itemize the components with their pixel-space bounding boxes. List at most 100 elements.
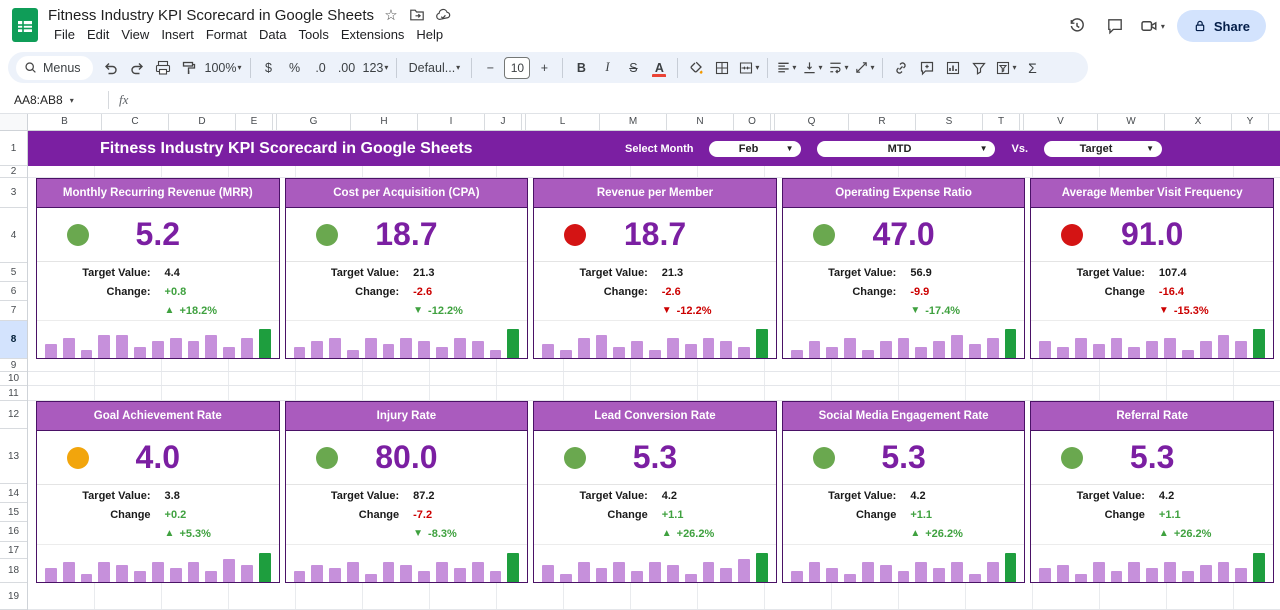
column-header-G[interactable]: G: [277, 114, 351, 130]
spark-bar: [1004, 329, 1017, 358]
redo-icon[interactable]: [125, 56, 149, 80]
menu-item-file[interactable]: File: [48, 26, 81, 43]
meet-button[interactable]: ▾: [1140, 17, 1165, 35]
row-header-4[interactable]: 4: [0, 208, 27, 263]
insert-chart-icon[interactable]: [941, 56, 965, 80]
menu-item-edit[interactable]: Edit: [81, 26, 115, 43]
menu-item-data[interactable]: Data: [253, 26, 292, 43]
create-filter-icon[interactable]: [967, 56, 991, 80]
row-header-13[interactable]: 13: [0, 429, 27, 484]
menubar: File Edit View Insert Format Data Tools Extensi…: [48, 26, 452, 43]
row-header-15[interactable]: 15: [0, 503, 27, 522]
comments-icon[interactable]: [1102, 13, 1128, 39]
doc-title[interactable]: Fitness Industry KPI Scorecard in Google…: [48, 7, 374, 24]
row-header-6[interactable]: 6: [0, 282, 27, 301]
borders-icon[interactable]: [710, 56, 734, 80]
fill-color-icon[interactable]: [684, 56, 708, 80]
currency-format-button[interactable]: $: [257, 56, 281, 80]
vertical-align-button[interactable]: ▾: [800, 56, 824, 80]
column-header-O[interactable]: O: [734, 114, 771, 130]
column-header-D[interactable]: D: [169, 114, 236, 130]
menu-item-format[interactable]: Format: [200, 26, 253, 43]
compare-dropdown[interactable]: Target ▼: [1044, 140, 1162, 157]
zoom-dropdown[interactable]: 100% ▾: [203, 56, 244, 80]
row-header-11[interactable]: 11: [0, 386, 27, 401]
column-header-T[interactable]: T: [983, 114, 1020, 130]
font-dropdown[interactable]: Defaul... ▾: [403, 56, 465, 80]
decrease-decimal-button[interactable]: .0: [309, 56, 333, 80]
increase-decimal-button[interactable]: .00: [335, 56, 359, 80]
paint-format-icon[interactable]: [177, 56, 201, 80]
text-wrap-button[interactable]: ▾: [826, 56, 850, 80]
spark-bar: [311, 565, 324, 582]
column-header-I[interactable]: I: [418, 114, 485, 130]
row-header-16[interactable]: 16: [0, 522, 27, 542]
column-header-Q[interactable]: Q: [775, 114, 849, 130]
period-dropdown[interactable]: MTD ▼: [817, 140, 996, 157]
row-header-8[interactable]: 8: [0, 321, 27, 359]
horizontal-align-button[interactable]: ▾: [774, 56, 798, 80]
column-header-H[interactable]: H: [351, 114, 418, 130]
formula-input[interactable]: [128, 87, 1280, 113]
row-header-7[interactable]: 7: [0, 301, 27, 321]
row-header-2[interactable]: 2: [0, 166, 27, 178]
row-header-17[interactable]: 17: [0, 542, 27, 559]
column-header-L[interactable]: L: [526, 114, 600, 130]
strikethrough-button[interactable]: S: [621, 56, 645, 80]
column-header-W[interactable]: W: [1098, 114, 1165, 130]
column-header-R[interactable]: R: [849, 114, 916, 130]
month-dropdown[interactable]: Feb ▼: [709, 140, 802, 157]
column-header-J[interactable]: J: [485, 114, 522, 130]
column-header-B[interactable]: B: [28, 114, 102, 130]
column-header-Y[interactable]: Y: [1232, 114, 1269, 130]
insert-link-icon[interactable]: [889, 56, 913, 80]
bold-button[interactable]: B: [569, 56, 593, 80]
toolbar-separator: [471, 57, 473, 78]
column-header-C[interactable]: C: [102, 114, 169, 130]
version-history-icon[interactable]: [1064, 13, 1090, 39]
row-header-14[interactable]: 14: [0, 484, 27, 503]
merge-cells-button[interactable]: ▾: [736, 56, 761, 80]
sheets-logo-icon[interactable]: [12, 8, 38, 42]
column-header-E[interactable]: E: [236, 114, 273, 130]
functions-button[interactable]: Σ: [1021, 56, 1045, 80]
toolbar-wrap: Menus 100% ▾ $ % .0 .00 123 ▾ Defaul... …: [0, 50, 1280, 87]
select-all-corner[interactable]: [0, 114, 28, 130]
undo-icon[interactable]: [99, 56, 123, 80]
row-header-18[interactable]: 18: [0, 559, 27, 583]
row-header-3[interactable]: 3: [0, 178, 27, 208]
column-header-X[interactable]: X: [1165, 114, 1232, 130]
move-folder-icon[interactable]: [408, 6, 426, 24]
row-header-12[interactable]: 12: [0, 401, 27, 429]
sheet-canvas[interactable]: Fitness Industry KPI Scorecard in Google…: [28, 131, 1280, 610]
decrease-font-size-button[interactable]: −: [478, 56, 502, 80]
row-header-19[interactable]: 19: [0, 583, 27, 610]
menu-item-extensions[interactable]: Extensions: [335, 26, 411, 43]
filter-views-button[interactable]: ▾: [993, 56, 1018, 80]
percent-format-button[interactable]: %: [283, 56, 307, 80]
row-header-5[interactable]: 5: [0, 263, 27, 282]
menu-item-view[interactable]: View: [115, 26, 155, 43]
row-header-10[interactable]: 10: [0, 372, 27, 386]
text-color-button[interactable]: A: [647, 56, 671, 80]
row-header-1[interactable]: 1: [0, 131, 27, 166]
menus-search-button[interactable]: Menus: [16, 55, 93, 80]
increase-font-size-button[interactable]: +: [532, 56, 556, 80]
column-header-S[interactable]: S: [916, 114, 983, 130]
name-box[interactable]: AA8:AB8 ▾: [2, 93, 98, 107]
row-header-9[interactable]: 9: [0, 359, 27, 372]
column-header-V[interactable]: V: [1024, 114, 1098, 130]
italic-button[interactable]: I: [595, 56, 619, 80]
menu-item-insert[interactable]: Insert: [155, 26, 200, 43]
star-icon[interactable]: ☆: [382, 6, 400, 24]
more-formats-button[interactable]: 123 ▾: [361, 56, 391, 80]
font-size-input[interactable]: 10: [504, 56, 531, 79]
insert-comment-icon[interactable]: [915, 56, 939, 80]
menu-item-tools[interactable]: Tools: [292, 26, 334, 43]
column-header-N[interactable]: N: [667, 114, 734, 130]
menu-item-help[interactable]: Help: [410, 26, 449, 43]
share-button[interactable]: Share: [1176, 10, 1266, 42]
print-icon[interactable]: [151, 56, 175, 80]
text-rotation-button[interactable]: ▾: [852, 56, 876, 80]
column-header-M[interactable]: M: [600, 114, 667, 130]
